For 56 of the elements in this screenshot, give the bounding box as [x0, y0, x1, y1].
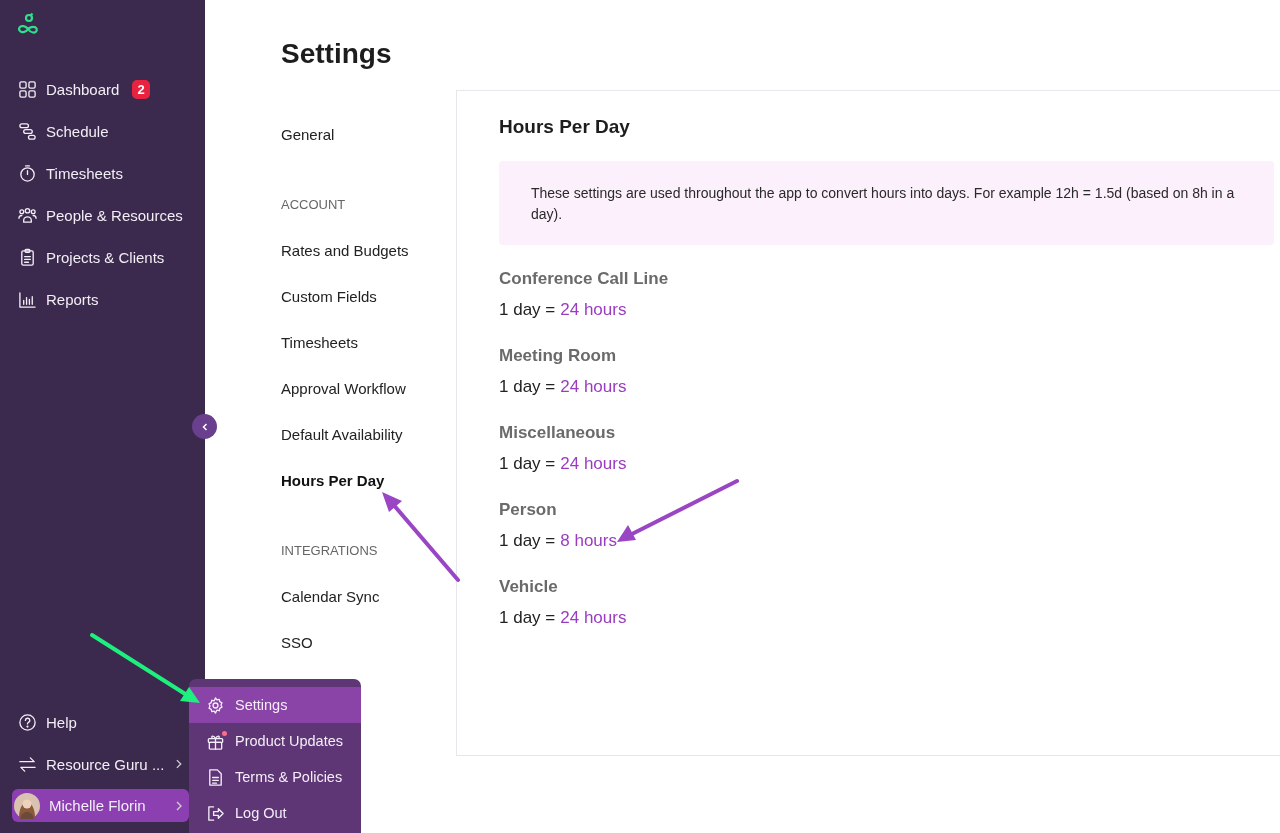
section-heading: INTEGRATIONS [281, 542, 379, 560]
panel-title: Hours Per Day [499, 115, 631, 139]
hours-link[interactable]: 8 hours [560, 529, 617, 553]
settings-nav-item[interactable]: Default Availability [281, 412, 456, 458]
settings-nav-item[interactable]: Custom Fields [281, 274, 456, 320]
logout-icon [206, 803, 225, 823]
settings-nav-item[interactable]: Calendar Sync [281, 574, 456, 620]
hours-link[interactable]: 24 hours [560, 452, 627, 476]
sidebar-item[interactable]: Projects & Clients [0, 236, 205, 278]
resource-name: Conference Call Line [499, 268, 670, 290]
sidebar-item[interactable]: Reports [0, 278, 205, 320]
settings-nav-item[interactable]: SSO [281, 620, 456, 666]
swap-arrows-icon [18, 754, 37, 774]
conversion-label: 1 day = [499, 607, 556, 629]
conversion-label: 1 day = [499, 376, 556, 398]
avatar-icon [14, 792, 40, 819]
resource-name: Meeting Room [499, 345, 618, 367]
sidebar-item[interactable]: Schedule [0, 110, 205, 152]
settings-nav-item[interactable]: Rates and Budgets [281, 228, 456, 274]
sidebar-item[interactable]: Timesheets [0, 152, 205, 194]
section-heading: ACCOUNT [281, 196, 347, 214]
sidebar-item[interactable]: People & Resources [0, 194, 205, 236]
clipboard-icon [18, 247, 37, 267]
resource-name: Vehicle [499, 576, 559, 598]
menu-item[interactable]: Product Updates [189, 723, 361, 759]
bar-chart-icon [18, 289, 37, 309]
settings-icon [206, 695, 225, 715]
stopwatch-icon [18, 163, 37, 183]
sidebar-item[interactable]: Help [12, 701, 189, 743]
page-title: Settings [281, 37, 393, 71]
resource-name: Person [499, 499, 558, 521]
sidebar-item[interactable]: Resource Guru ... [12, 743, 189, 785]
user-menu-item[interactable]: Michelle Florin [12, 789, 189, 822]
sidebar-item[interactable]: Dashboard 2 [0, 68, 205, 110]
settings-nav-item[interactable]: Approval Workflow [281, 366, 456, 412]
settings-nav-item[interactable]: Hours Per Day [281, 458, 456, 504]
menu-item[interactable]: Terms & Policies [189, 759, 361, 795]
settings-nav-item[interactable]: Timesheets [281, 320, 456, 366]
notification-badge: 2 [132, 79, 150, 99]
hours-link[interactable]: 24 hours [560, 606, 627, 630]
resource-name: Miscellaneous [499, 422, 617, 444]
schedule-icon [18, 121, 37, 141]
document-icon [206, 767, 225, 787]
info-message: These settings are used throughout the app to convert hours into days. For example 12h = 1.5d (based on 8h in a day). [499, 161, 1274, 245]
menu-item[interactable]: Settings [189, 687, 361, 723]
settings-nav-item[interactable]: General [281, 112, 456, 158]
menu-item[interactable]: Log Out [189, 795, 361, 831]
conversion-label: 1 day = [499, 453, 556, 475]
conversion-label: 1 day = [499, 299, 556, 321]
help-icon [18, 712, 37, 732]
conversion-label: 1 day = [499, 530, 556, 552]
people-icon [18, 205, 37, 225]
grid-icon [18, 79, 37, 99]
hours-link[interactable]: 24 hours [560, 375, 627, 399]
collapse-button[interactable] [192, 414, 217, 439]
hours-link[interactable]: 24 hours [560, 298, 627, 322]
